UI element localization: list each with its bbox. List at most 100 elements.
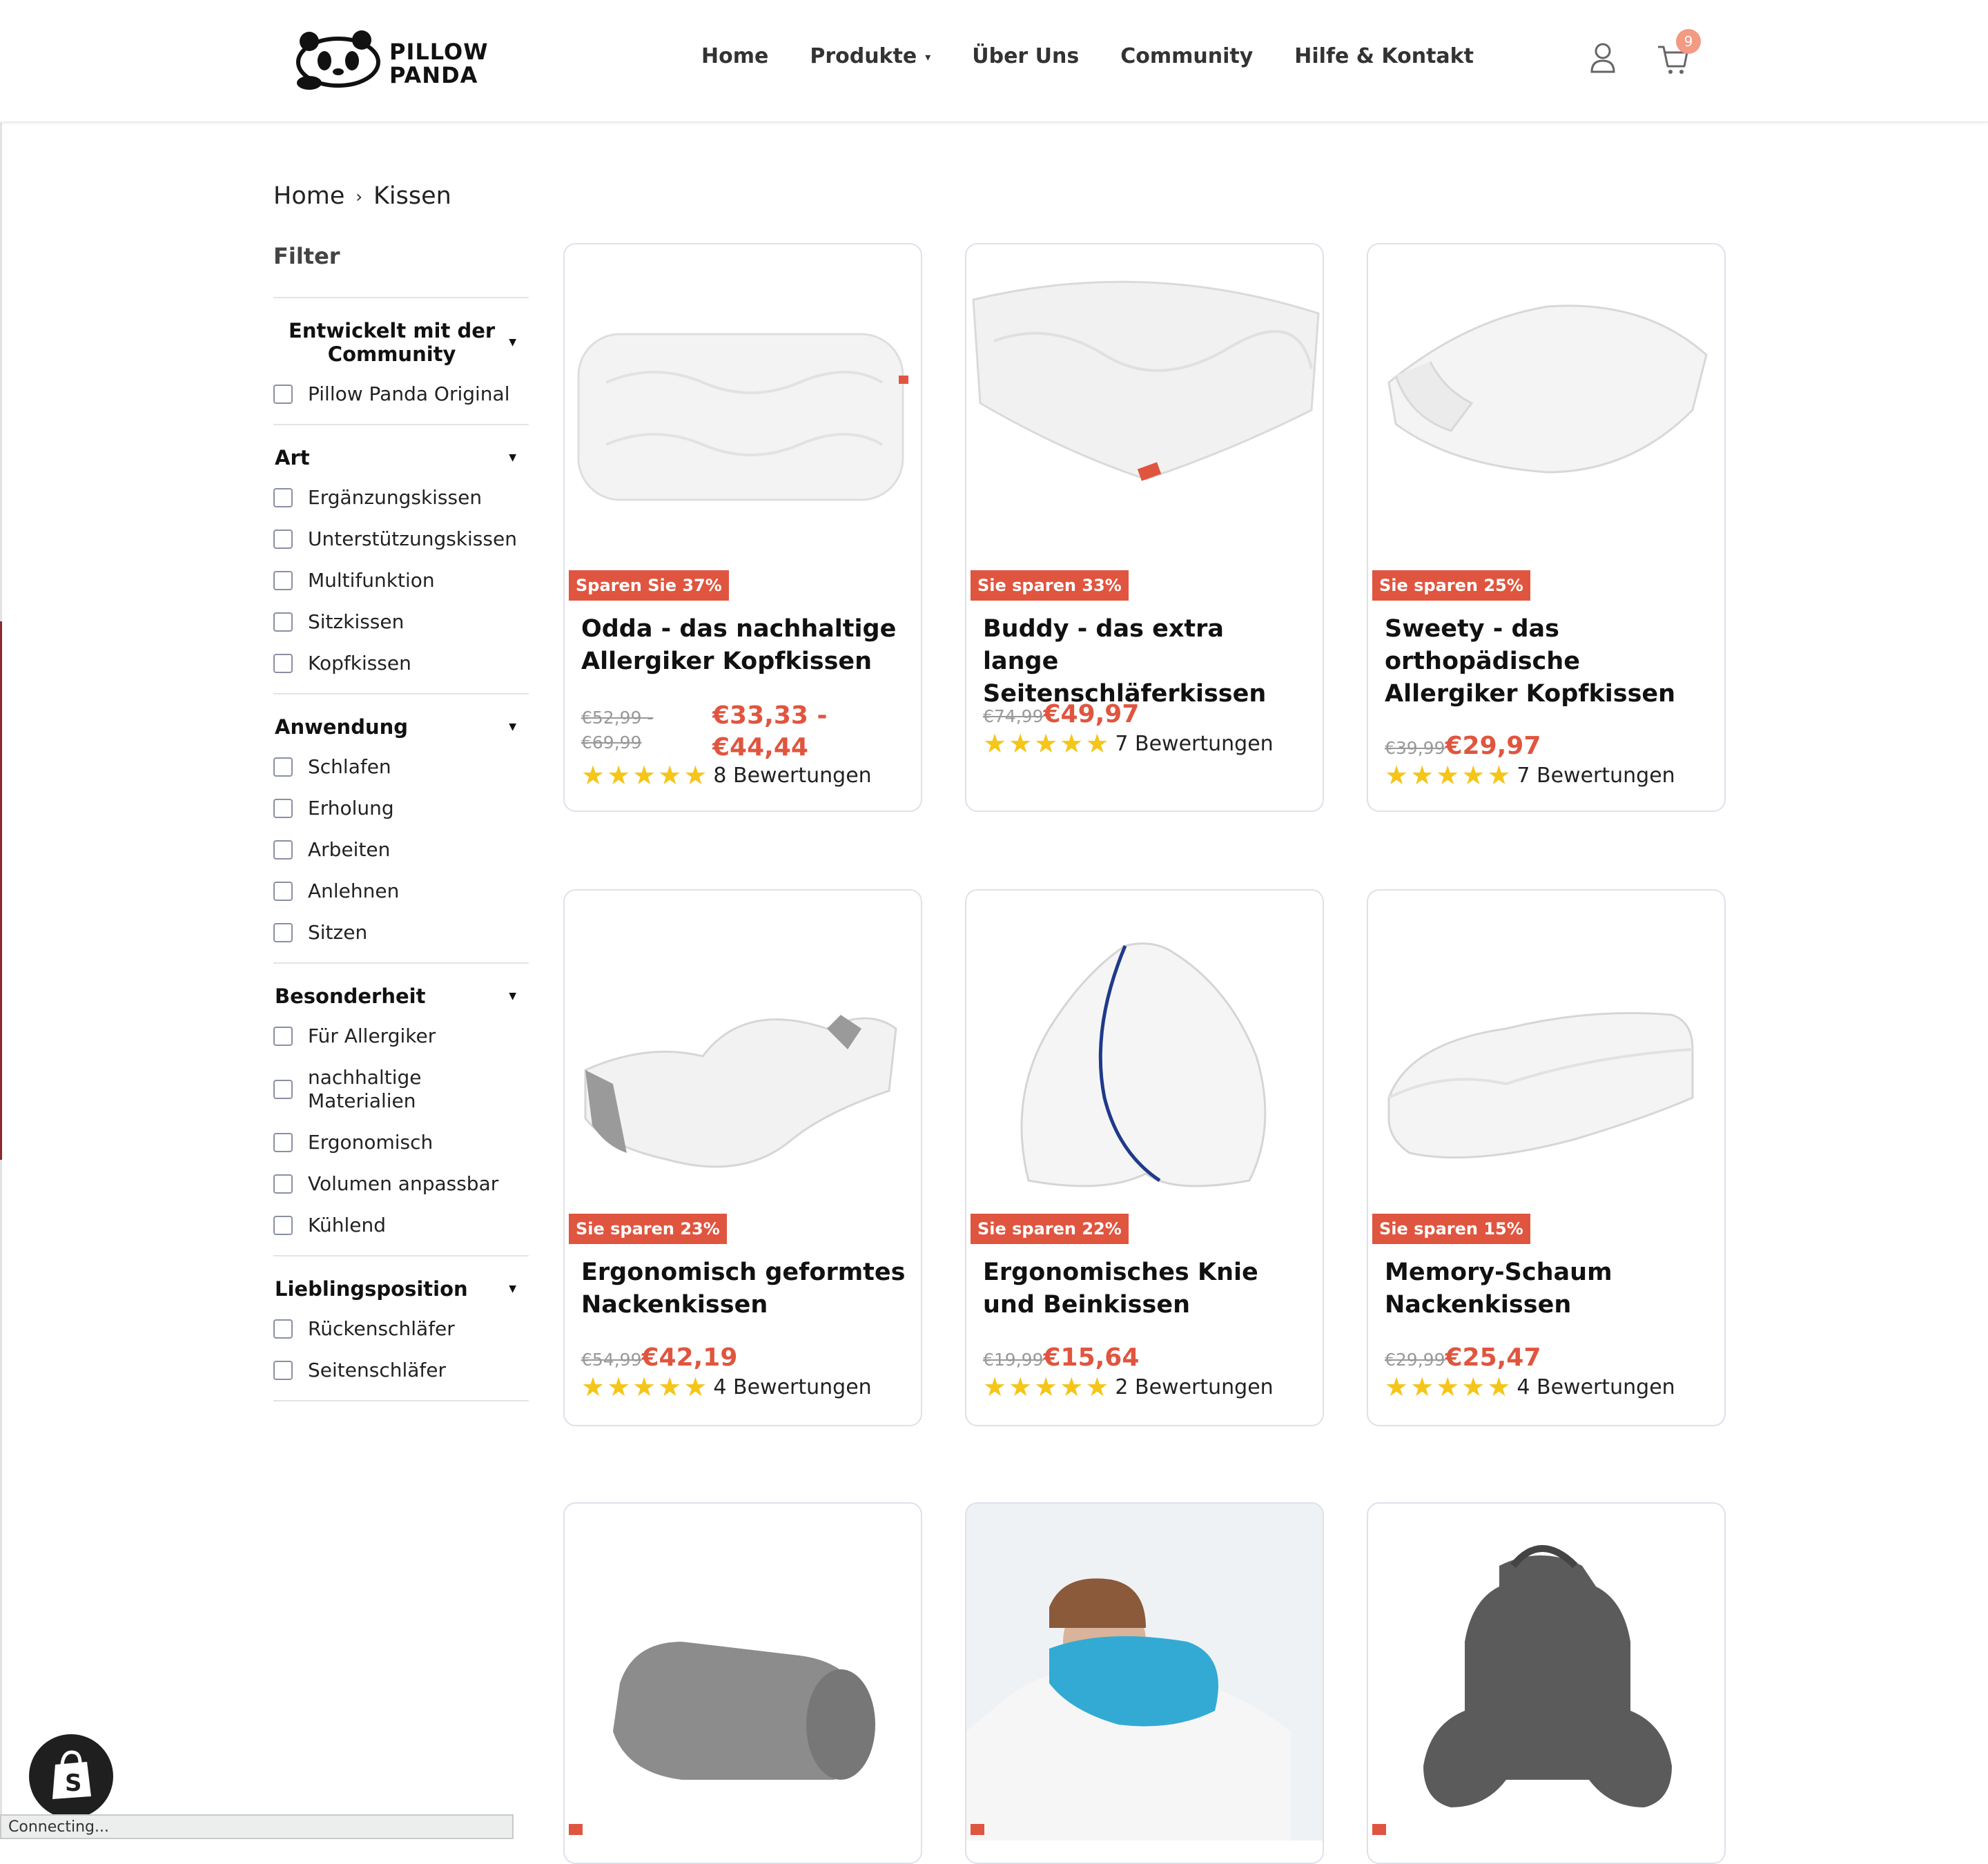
product-card[interactable]: Sie sparen 33% Buddy - das extra lange S… [965,243,1324,812]
filter-group-header[interactable]: Entwickelt mit der Community ▼ [273,319,529,366]
checkbox[interactable] [273,1027,293,1046]
chevron-down-icon: ▼ [509,337,516,348]
product-title[interactable]: Ergonomisches Knie und Beinkissen [983,1256,1307,1321]
filter-option[interactable]: Unterstützungskissen [273,527,529,551]
checkbox[interactable] [273,757,293,777]
checkbox[interactable] [273,1319,293,1339]
product-card[interactable]: Sie sparen 15% Memory-Schaum Nackenkisse… [1367,889,1726,1426]
chevron-right-icon: › [355,187,362,206]
checkbox[interactable] [273,654,293,673]
product-card[interactable] [563,1502,922,1864]
old-price: €54,99 [581,1350,642,1370]
product-title[interactable]: Buddy - das extra lange Seitenschläferki… [983,613,1307,710]
star-icon: ★ [1461,760,1485,790]
shopify-bag-icon[interactable]: S [29,1734,113,1818]
nav-ueber-uns[interactable]: Über Uns [972,44,1079,68]
filter-group-header[interactable]: Lieblingsposition ▼ [273,1277,529,1301]
product-image[interactable] [565,1504,921,1841]
checkbox[interactable] [273,1216,293,1235]
product-card[interactable] [1367,1502,1726,1864]
filter-option[interactable]: Multifunktion [273,569,529,592]
checkbox[interactable] [273,1174,293,1194]
product-image[interactable] [966,1504,1323,1841]
current-price: €49,97 [1043,700,1140,728]
discount-badge: Sparen Sie 37% [569,570,729,601]
filter-group-header[interactable]: Besonderheit ▼ [273,984,529,1008]
filter-option[interactable]: Schlafen [273,755,529,779]
product-image[interactable] [1368,244,1724,562]
product-card[interactable]: Sparen Sie 37% Odda - das nachhaltige Al… [563,243,922,812]
star-icon: ★ [658,1372,682,1402]
product-card[interactable]: Sie sparen 25% Sweety - das orthopädisch… [1367,243,1726,812]
browser-status-bar: Connecting... [0,1814,514,1839]
filter-option[interactable]: Sitzen [273,921,529,944]
nav-home[interactable]: Home [701,44,768,68]
filter-option[interactable]: Anlehnen [273,880,529,903]
filter-group-lieblingsposition: Lieblingsposition ▼ Rückenschläfer Seiten… [273,1255,529,1401]
product-image[interactable] [966,244,1323,562]
old-price: €29,99 [1385,1350,1445,1370]
filter-option[interactable]: Rückenschläfer [273,1317,529,1341]
product-title[interactable]: Ergonomisch geformtes Nackenkissen [581,1256,906,1321]
product-title[interactable]: Memory-Schaum Nackenkissen [1385,1256,1709,1321]
review-count[interactable]: 7 Bewertungen [1517,764,1675,788]
product-card[interactable]: Sie sparen 23% Ergonomisch geformtes Nac… [563,889,922,1426]
filter-option[interactable]: Kühlend [273,1214,529,1237]
checkbox[interactable] [273,882,293,901]
pillow-panda-logo[interactable]: PILLOW PANDA [293,28,500,91]
checkbox[interactable] [273,385,293,404]
checkbox[interactable] [273,1361,293,1380]
checkbox[interactable] [273,1080,293,1099]
checkbox[interactable] [273,840,293,860]
filter-group-besonderheit: Besonderheit ▼ Für Allergiker nachhaltige… [273,962,529,1255]
filter-option[interactable]: Für Allergiker [273,1025,529,1048]
product-image[interactable] [565,891,921,1208]
checkbox[interactable] [273,530,293,549]
checkbox[interactable] [273,799,293,818]
product-price: €29,99 €25,47 [1385,1343,1541,1372]
breadcrumb-home[interactable]: Home [273,182,344,210]
review-count[interactable]: 7 Bewertungen [1115,732,1273,756]
product-image[interactable] [565,244,921,562]
product-card[interactable]: Sie sparen 22% Ergonomisches Knie und Be… [965,889,1324,1426]
checkbox[interactable] [273,923,293,942]
panda-logo-icon [296,30,380,90]
filter-option[interactable]: Pillow Panda Original [273,382,529,406]
checkbox[interactable] [273,612,293,632]
star-icon: ★ [983,728,1007,759]
filter-option[interactable]: Kopfkissen [273,652,529,675]
filter-option[interactable]: Volumen anpassbar [273,1172,529,1196]
review-count[interactable]: 2 Bewertungen [1115,1375,1273,1399]
nav-produkte[interactable]: Produkte ▾ [810,44,930,68]
checkbox[interactable] [273,1133,293,1152]
filter-option[interactable]: Ergonomisch [273,1131,529,1154]
review-count[interactable]: 4 Bewertungen [1517,1375,1675,1399]
nav-community[interactable]: Community [1120,44,1253,68]
filter-group-header[interactable]: Art ▼ [273,446,529,469]
nav-hilfe-kontakt[interactable]: Hilfe & Kontakt [1294,44,1474,68]
product-card[interactable] [965,1502,1324,1864]
star-icon: ★ [683,1372,708,1402]
product-image[interactable] [1368,1504,1724,1841]
review-count[interactable]: 8 Bewertungen [713,764,871,788]
product-image[interactable] [1368,891,1724,1208]
old-price: €19,99 [983,1350,1044,1370]
filter-option[interactable]: nachhaltige Materialien [273,1066,529,1113]
filter-option[interactable]: Seitenschläfer [273,1359,529,1382]
product-image[interactable] [966,891,1323,1208]
product-title[interactable]: Odda - das nachhaltige Allergiker Kopfki… [581,613,906,678]
review-count[interactable]: 4 Bewertungen [713,1375,871,1399]
filter-option[interactable]: Ergänzungskissen [273,486,529,509]
filter-group-header[interactable]: Anwendung ▼ [273,715,529,739]
filter-group-anwendung: Anwendung ▼ Schlafen Erholung Arbeiten An… [273,693,529,962]
product-price: €39,99 €29,97 [1385,732,1541,760]
checkbox[interactable] [273,488,293,507]
filter-option[interactable]: Erholung [273,797,529,820]
filter-option[interactable]: Sitzkissen [273,610,529,634]
user-icon[interactable] [1588,41,1618,75]
product-rating: ★ ★ ★ ★ ★ 2 Bewertungen [983,1374,1274,1400]
product-title[interactable]: Sweety - das orthopädische Allergiker Ko… [1385,613,1709,710]
star-icon: ★ [1034,728,1058,759]
filter-option[interactable]: Arbeiten [273,838,529,862]
checkbox[interactable] [273,571,293,590]
